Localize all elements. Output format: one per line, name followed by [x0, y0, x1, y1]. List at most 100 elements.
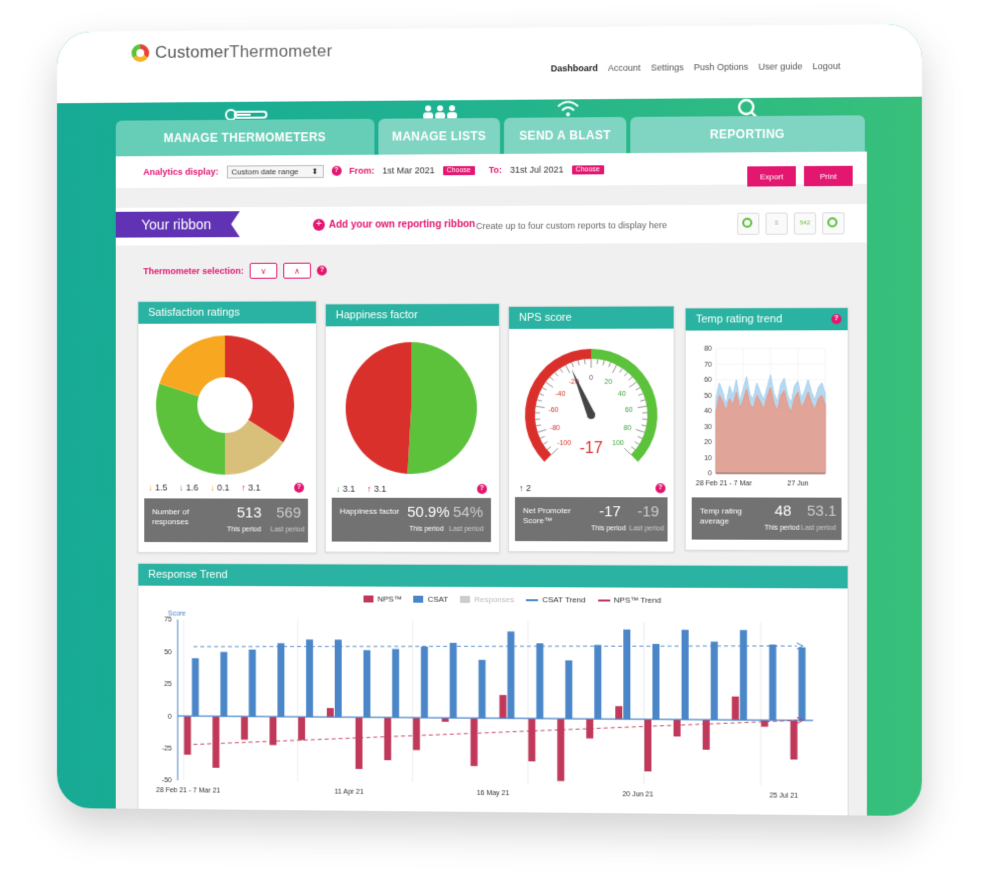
nav-user-guide[interactable]: User guide: [758, 61, 802, 71]
date-range-select[interactable]: Custom date range ⬍: [226, 164, 324, 178]
nav-push-options[interactable]: Push Options: [694, 62, 749, 73]
legend-csat[interactable]: CSAT: [413, 595, 448, 604]
gauge-tick: [620, 368, 623, 372]
nav-settings[interactable]: Settings: [651, 62, 684, 72]
export-button[interactable]: Export: [747, 166, 796, 187]
delta-red: ↑ 3.1: [367, 483, 387, 494]
gauge-label: 20: [605, 379, 613, 386]
to-label: To:: [488, 164, 503, 175]
gauge-label: 60: [625, 407, 633, 414]
trend-bar-nps: [241, 716, 248, 740]
temp-y-tick: 30: [704, 424, 712, 431]
help-icon[interactable]: ?: [831, 314, 842, 325]
plus-icon: +: [312, 218, 325, 231]
temp-y-tick: 40: [704, 408, 712, 415]
help-icon[interactable]: ?: [331, 165, 342, 176]
trend-y-tick: -25: [162, 746, 172, 753]
chevron-up-button[interactable]: ∧: [283, 262, 311, 279]
gauge-tick: [585, 359, 586, 364]
nps-gauge: -100-80-60-40-20020406080100-17: [524, 348, 658, 462]
gauge-tick: [541, 386, 546, 390]
gauge-tick: [534, 405, 544, 408]
satisfaction-card: Satisfaction ratings ↓ 1.5 ↓ 1.6 ↓ 0.1 ↑…: [137, 300, 317, 554]
to-value: 31st Jul 2021: [510, 164, 564, 175]
trend-bar-nps: [412, 717, 420, 751]
tab-send-a-blast[interactable]: SEND A BLAST: [503, 116, 627, 154]
gauge-tick: [572, 362, 574, 367]
temp-x-label-start: 28 Feb 21 - 7 Mar: [696, 480, 753, 487]
temp-y-tick: 50: [704, 393, 712, 400]
gauge-tick: [636, 388, 640, 390]
temp-y-tick: 0: [708, 471, 712, 478]
trend-bar-csat: [652, 643, 660, 720]
mini-list-icon[interactable]: ≡: [765, 212, 788, 235]
gauge-tick: [636, 430, 645, 433]
legend-nps-trend[interactable]: NPS™ Trend: [597, 595, 661, 605]
trend-y-tick: 0: [168, 713, 172, 720]
trend-y-tick: 50: [164, 649, 172, 656]
trend-bar-nps: [673, 719, 681, 737]
nav-dashboard[interactable]: Dashboard: [551, 63, 598, 73]
gauge-label: 80: [624, 425, 632, 432]
trend-bar-nps: [527, 717, 535, 761]
help-icon[interactable]: ?: [477, 483, 487, 495]
donut-slice-0: [224, 335, 295, 443]
ribbon-mini-reports: ≡ 542: [737, 212, 845, 235]
trend-bar-nps: [499, 694, 507, 719]
gauge-tick: [536, 398, 542, 401]
trend-bar-csat: [277, 643, 285, 717]
logo[interactable]: CustomerThermometer: [131, 41, 332, 63]
gauge-tick: [641, 425, 646, 426]
print-button[interactable]: Print: [803, 165, 853, 187]
trend-bar-nps: [644, 719, 652, 772]
tab-manage-thermometers[interactable]: MANAGE THERMOMETERS: [115, 118, 375, 157]
legend-csat-trend[interactable]: CSAT Trend: [526, 595, 586, 604]
analytics-display-label: Analytics display:: [143, 166, 219, 177]
nav-account[interactable]: Account: [608, 63, 641, 73]
trend-bar-nps: [790, 720, 798, 760]
mini-ring-icon[interactable]: [822, 212, 845, 235]
help-icon[interactable]: ?: [316, 265, 327, 276]
gauge-tick: [609, 362, 611, 367]
ribbon-row: Your ribbon + Add your own reporting rib…: [115, 204, 867, 246]
happiness-deltas: ↓ 3.1 ↑ 3.1: [336, 484, 387, 494]
legend-responses[interactable]: Responses: [460, 595, 514, 604]
delta-red: ↑ 3.1: [241, 482, 261, 493]
to-choose-button[interactable]: Choose: [571, 164, 604, 174]
mini-count[interactable]: 542: [793, 212, 817, 235]
from-choose-button[interactable]: Choose: [442, 165, 475, 175]
tab-reporting[interactable]: REPORTING: [630, 115, 865, 154]
responses-stat: Number of responses 513 569 This period …: [144, 498, 308, 543]
trend-bar-csat: [623, 629, 631, 720]
response-trend-card: Response Trend NPS™ CSAT Responses CSAT …: [137, 562, 849, 817]
happiness-stat: Happiness factor 50.9% 54% This period L…: [331, 497, 491, 543]
tab-manage-lists[interactable]: MANAGE LISTS: [378, 117, 500, 155]
card-title: NPS score: [508, 306, 674, 329]
delta-green: ↓ 1.6: [179, 482, 199, 493]
trend-bar-csat: [769, 644, 777, 721]
ribbon-label: Your ribbon: [116, 211, 240, 237]
mini-gauge-icon[interactable]: [737, 212, 760, 235]
nav-logout[interactable]: Logout: [813, 61, 841, 71]
logo-text: CustomerThermometer: [155, 41, 333, 62]
trend-bar-nps: [384, 717, 392, 761]
trend-x-label: 28 Feb 21 - 7 Mar 21: [156, 787, 220, 795]
trend-bar-nps: [557, 718, 565, 782]
help-icon[interactable]: ?: [655, 483, 666, 494]
card-title: Temp rating trend?: [685, 308, 848, 331]
add-ribbon-button[interactable]: + Add your own reporting ribbon: [312, 218, 475, 231]
trend-bar-csat: [334, 639, 342, 718]
help-icon[interactable]: ?: [294, 482, 305, 493]
happiness-pie: [345, 342, 478, 475]
donut-slice-2: [156, 383, 225, 475]
gauge-label: -100: [557, 440, 571, 447]
trend-bar-nps: [184, 716, 191, 755]
temp-y-tick: 70: [704, 362, 712, 369]
trend-bar-csat: [248, 649, 256, 717]
gauge-tick: [539, 435, 545, 439]
card-title: Satisfaction ratings: [138, 301, 316, 324]
trend-bar-csat: [594, 644, 602, 720]
legend-nps[interactable]: NPS™: [363, 594, 402, 604]
satisfaction-donut: [156, 335, 295, 475]
chevron-down-button[interactable]: ∨: [249, 262, 278, 279]
